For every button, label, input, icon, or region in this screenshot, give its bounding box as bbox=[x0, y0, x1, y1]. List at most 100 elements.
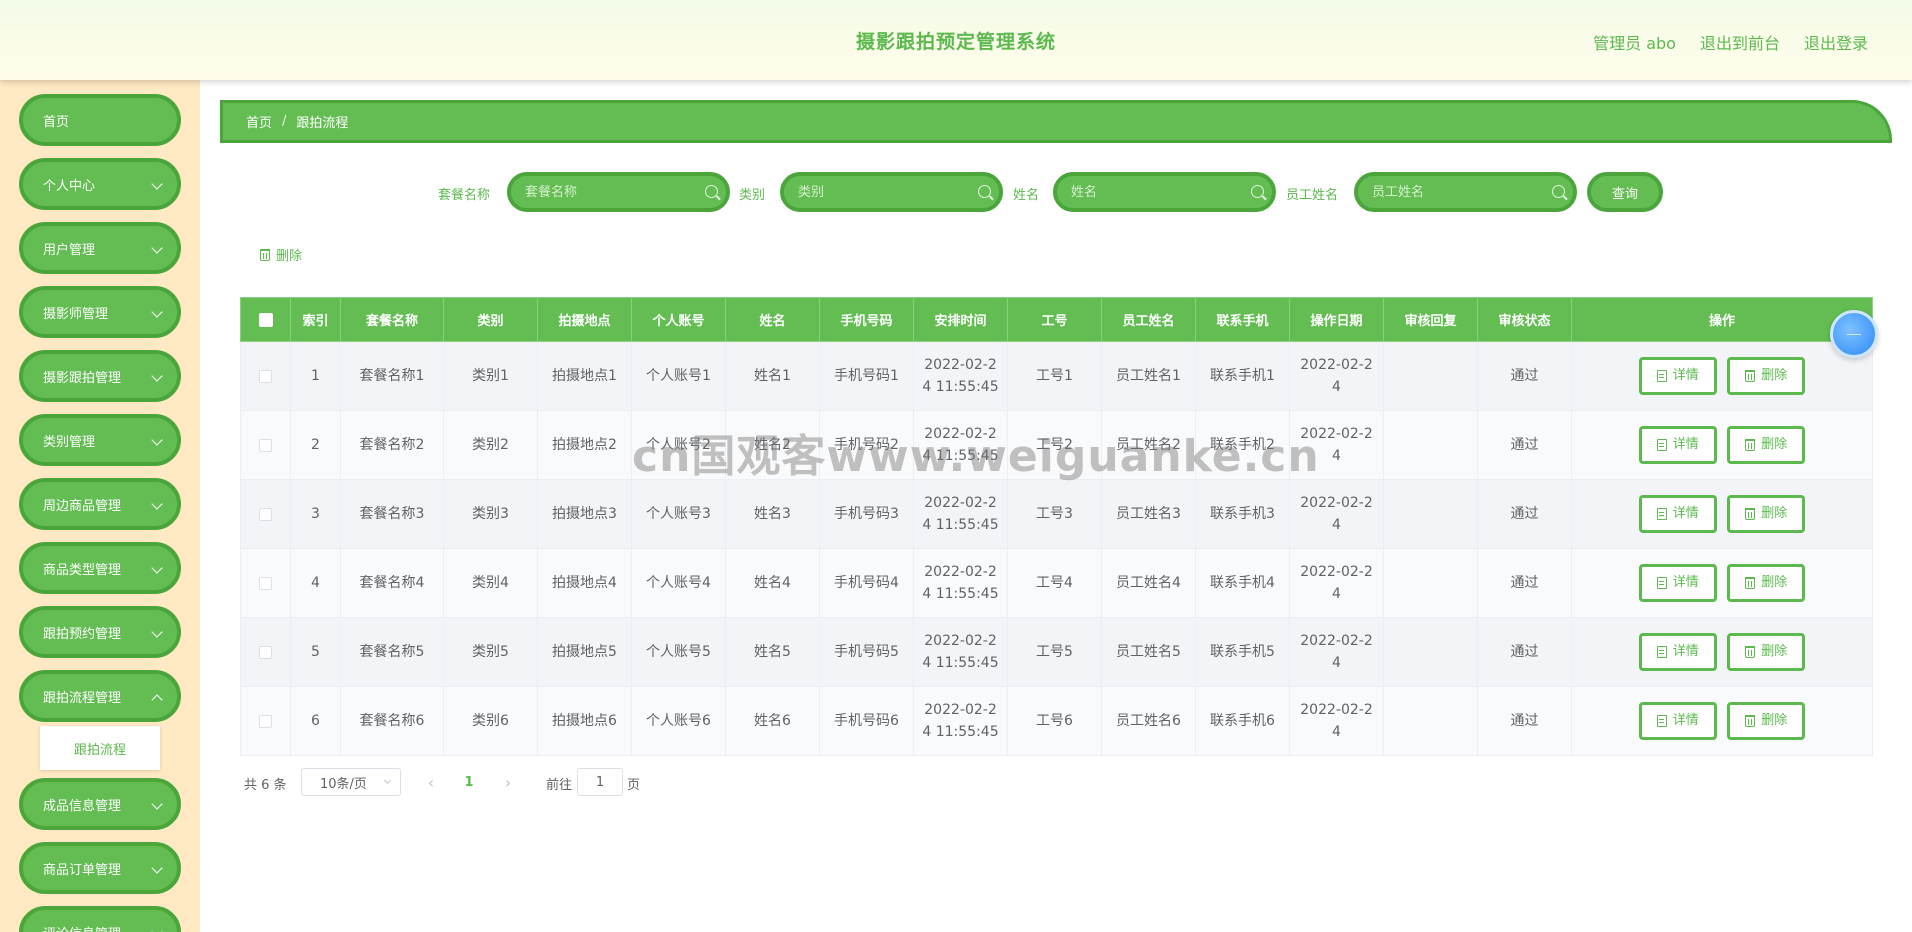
sidebar-item-photographers[interactable]: 摄影师管理 bbox=[19, 286, 181, 338]
cell-phone: 手机号码2 bbox=[819, 410, 914, 480]
sidebar-item-label: 周边商品管理 bbox=[43, 498, 122, 514]
cell-contact: 联系手机5 bbox=[1195, 617, 1290, 687]
column-header: 姓名 bbox=[725, 297, 820, 342]
cell-package: 套餐名称6 bbox=[340, 686, 444, 756]
cell-reply bbox=[1383, 548, 1478, 618]
cell-time-line2: 4 11:55:45 bbox=[922, 448, 999, 464]
cell-time: 2022-02-2 4 11:55:45 bbox=[913, 548, 1008, 618]
cell-opdate-line2: 4 bbox=[1332, 448, 1341, 464]
detail-button[interactable]: 详情 bbox=[1638, 426, 1717, 464]
trash-icon bbox=[1745, 439, 1756, 451]
row-checkbox[interactable] bbox=[259, 714, 272, 728]
cell-category: 类别6 bbox=[443, 686, 538, 756]
next-page-button[interactable]: › bbox=[496, 770, 520, 794]
search-input-package[interactable] bbox=[507, 172, 730, 212]
row-checkbox[interactable] bbox=[259, 645, 272, 659]
column-header: 操作日期 bbox=[1289, 297, 1384, 342]
sidebar-item-label: 跟拍预约管理 bbox=[43, 626, 122, 642]
detail-button[interactable]: 详情 bbox=[1638, 702, 1717, 740]
trash-icon bbox=[1745, 370, 1756, 382]
breadcrumb-home[interactable]: 首页 bbox=[246, 112, 272, 131]
sidebar-item-finished-products[interactable]: 成品信息管理 bbox=[19, 778, 181, 830]
cell-opdate-line2: 4 bbox=[1332, 724, 1341, 740]
cell-time-line1: 2022-02-2 bbox=[924, 495, 997, 511]
cell-empno: 工号3 bbox=[1007, 479, 1102, 549]
chevron-down-icon bbox=[151, 926, 163, 932]
sidebar-item-label: 评论信息管理 bbox=[43, 923, 121, 932]
delete-button[interactable]: 删除 bbox=[1727, 702, 1806, 740]
chevron-down-icon bbox=[151, 178, 163, 190]
cell-opdate: 2022-02-2 4 bbox=[1289, 548, 1384, 618]
sidebar-item-follow-process[interactable]: 跟拍流程管理 bbox=[19, 670, 181, 722]
sidebar-item-users[interactable]: 用户管理 bbox=[19, 222, 181, 274]
cell-location: 拍摄地点4 bbox=[537, 548, 632, 618]
logout-link[interactable]: 退出登录 bbox=[1804, 30, 1868, 54]
cell-status: 通过 bbox=[1477, 479, 1572, 549]
sidebar-item-label: 成品信息管理 bbox=[43, 798, 122, 814]
goto-page-input[interactable] bbox=[577, 768, 623, 796]
select-all-checkbox[interactable] bbox=[258, 312, 273, 327]
cell-time-line1: 2022-02-2 bbox=[924, 357, 997, 373]
sidebar-item-photo-follow[interactable]: 摄影跟拍管理 bbox=[19, 350, 181, 402]
cell-opdate: 2022-02-2 4 bbox=[1289, 617, 1384, 687]
floating-assistant-button[interactable] bbox=[1830, 310, 1878, 358]
detail-button[interactable]: 详情 bbox=[1638, 357, 1717, 395]
cell-index: 2 bbox=[290, 410, 341, 480]
cell-location: 拍摄地点5 bbox=[537, 617, 632, 687]
row-checkbox[interactable] bbox=[259, 576, 272, 590]
sidebar-item-label: 个人中心 bbox=[43, 178, 96, 194]
cell-location: 拍摄地点1 bbox=[537, 341, 632, 411]
chevron-down-icon bbox=[151, 242, 163, 254]
column-header: 审核回复 bbox=[1383, 297, 1478, 342]
delete-button[interactable]: 删除 bbox=[1727, 357, 1806, 395]
search-input-name[interactable] bbox=[1053, 172, 1276, 212]
cell-time-line2: 4 11:55:45 bbox=[922, 379, 999, 395]
cell-package: 套餐名称2 bbox=[340, 410, 444, 480]
search-icon bbox=[1251, 185, 1264, 198]
header-select-all[interactable] bbox=[240, 297, 291, 342]
cell-empno: 工号6 bbox=[1007, 686, 1102, 756]
table-row: 5 套餐名称5 类别5 拍摄地点5 个人账号5 姓名5 手机号码5 2022-0… bbox=[240, 617, 1873, 687]
delete-label: 删除 bbox=[1761, 437, 1788, 452]
search-input-staff[interactable] bbox=[1354, 172, 1577, 212]
column-header: 工号 bbox=[1007, 297, 1102, 342]
sidebar-item-reservations[interactable]: 跟拍预约管理 bbox=[19, 606, 181, 658]
cell-time-line2: 4 11:55:45 bbox=[922, 517, 999, 533]
page-size-select[interactable]: 10条/页 bbox=[301, 768, 401, 796]
sidebar-item-product-orders[interactable]: 商品订单管理 bbox=[19, 842, 181, 894]
delete-button[interactable]: 删除 bbox=[1727, 495, 1806, 533]
chevron-down-icon bbox=[151, 498, 163, 510]
submenu-item-follow-process[interactable]: 跟拍流程 bbox=[40, 726, 160, 770]
detail-label: 详情 bbox=[1672, 506, 1699, 521]
detail-button[interactable]: 详情 bbox=[1638, 564, 1717, 602]
batch-delete-button[interactable]: 删除 bbox=[260, 245, 302, 264]
delete-button[interactable]: 删除 bbox=[1727, 633, 1806, 671]
detail-button[interactable]: 详情 bbox=[1638, 495, 1717, 533]
row-checkbox[interactable] bbox=[259, 438, 272, 452]
sidebar-item-categories[interactable]: 类别管理 bbox=[19, 414, 181, 466]
cell-name: 姓名1 bbox=[725, 341, 820, 411]
exit-to-front-link[interactable]: 退出到前台 bbox=[1700, 30, 1780, 54]
detail-button[interactable]: 详情 bbox=[1638, 633, 1717, 671]
search-input-category[interactable] bbox=[780, 172, 1003, 212]
sidebar-item-comments[interactable]: 评论信息管理 bbox=[19, 906, 181, 932]
sidebar-item-personal-center[interactable]: 个人中心 bbox=[19, 158, 181, 210]
row-checkbox[interactable] bbox=[259, 507, 272, 521]
sidebar-item-merchandise[interactable]: 周边商品管理 bbox=[19, 478, 181, 530]
sidebar-item-label: 商品订单管理 bbox=[43, 862, 122, 878]
table-row: 2 套餐名称2 类别2 拍摄地点2 个人账号2 姓名2 手机号码2 2022-0… bbox=[240, 410, 1873, 480]
cell-staff: 员工姓名2 bbox=[1101, 410, 1196, 480]
delete-button[interactable]: 删除 bbox=[1727, 426, 1806, 464]
sidebar-item-home[interactable]: 首页 bbox=[19, 94, 181, 146]
page-number-current[interactable]: 1 bbox=[460, 768, 478, 796]
cell-time: 2022-02-2 4 11:55:45 bbox=[913, 617, 1008, 687]
query-button[interactable]: 查询 bbox=[1587, 172, 1663, 212]
row-checkbox[interactable] bbox=[259, 369, 272, 383]
cell-empno: 工号5 bbox=[1007, 617, 1102, 687]
cell-opdate: 2022-02-2 4 bbox=[1289, 479, 1384, 549]
prev-page-button[interactable]: ‹ bbox=[419, 770, 443, 794]
delete-button[interactable]: 删除 bbox=[1727, 564, 1806, 602]
sidebar-item-product-types[interactable]: 商品类型管理 bbox=[19, 542, 181, 594]
cell-phone: 手机号码4 bbox=[819, 548, 914, 618]
table-row: 1 套餐名称1 类别1 拍摄地点1 个人账号1 姓名1 手机号码1 2022-0… bbox=[240, 341, 1873, 411]
